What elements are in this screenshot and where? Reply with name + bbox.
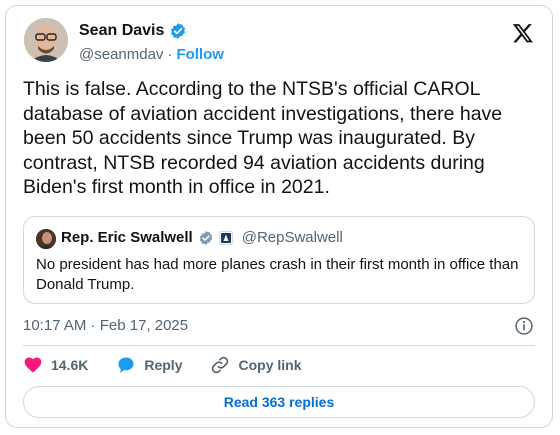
tweet-text: This is false. According to the NTSB's o… <box>23 78 503 198</box>
author-handle[interactable]: @seanmdav <box>79 46 163 63</box>
author-handle-row: @seanmdav · Follow <box>79 46 224 63</box>
quoted-header: Rep. Eric Swalwell @RepSwalwell <box>61 229 343 246</box>
heart-icon <box>24 357 42 373</box>
quoted-author-avatar[interactable] <box>36 229 56 249</box>
handle-separator: · <box>167 46 173 63</box>
read-replies-button[interactable]: Read 363 replies <box>23 386 535 418</box>
author-name[interactable]: Sean Davis <box>79 22 164 40</box>
government-label-icon <box>218 230 233 245</box>
link-icon <box>212 356 229 374</box>
actions-divider <box>23 345 535 346</box>
tweet-card: Sean Davis @seanmdav · Follow This is fa… <box>5 5 553 428</box>
verified-badge-icon <box>171 23 186 39</box>
reply-bubble-icon <box>118 357 134 373</box>
tweet-timestamp[interactable]: 10:17 AM · Feb 17, 2025 <box>23 317 188 334</box>
like-button[interactable]: 14.6K <box>23 355 88 375</box>
read-replies-label: Read 363 replies <box>223 394 335 410</box>
quoted-author-handle[interactable]: @RepSwalwell <box>242 229 343 246</box>
quoted-text: No president has had more planes crash i… <box>36 256 519 293</box>
author-name-row: Sean Davis <box>79 22 187 40</box>
copy-link-button[interactable]: Copy link <box>210 355 302 375</box>
like-count: 14.6K <box>51 357 89 373</box>
action-bar: 14.6K Reply Copy link <box>23 355 330 375</box>
quoted-tweet[interactable]: Rep. Eric Swalwell @RepSwalwell No presi… <box>23 216 535 304</box>
author-avatar[interactable] <box>24 18 68 62</box>
x-logo-icon[interactable] <box>512 22 534 44</box>
info-icon[interactable] <box>514 316 534 336</box>
quoted-author-name[interactable]: Rep. Eric Swalwell <box>61 229 193 246</box>
reply-label: Reply <box>144 357 183 373</box>
gray-verified-badge-icon <box>199 230 212 245</box>
copy-link-label: Copy link <box>238 357 302 373</box>
follow-button[interactable]: Follow <box>176 46 224 63</box>
reply-button[interactable]: Reply <box>116 355 182 375</box>
